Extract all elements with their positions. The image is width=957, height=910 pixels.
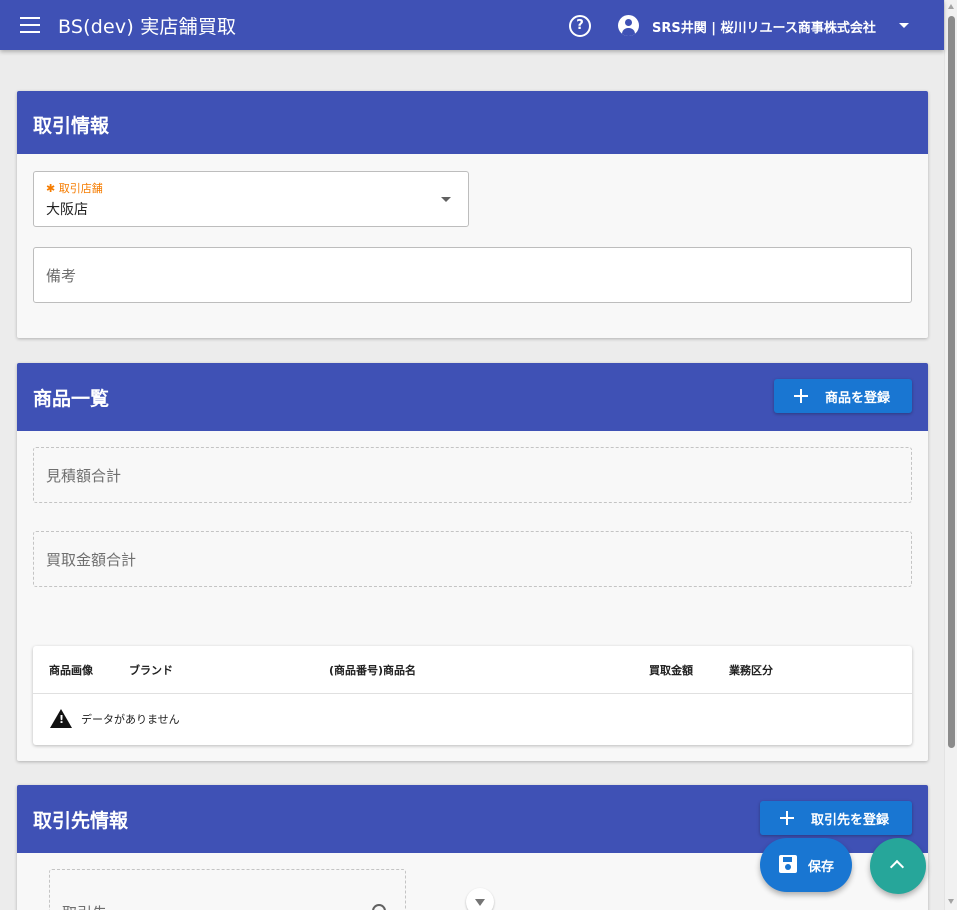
scroll-up-arrow-icon[interactable] [948,4,954,9]
partner-search-field[interactable]: 取引先 [49,869,406,910]
note-field[interactable]: 備考 [33,247,912,303]
search-icon[interactable] [372,904,386,910]
user-menu-label[interactable]: SRS井関 | 桜川リユース商事株式会社 [652,17,876,36]
partner-search-placeholder: 取引先 [62,902,107,910]
chevron-up-icon [889,859,905,875]
scroll-thumb[interactable] [948,16,955,748]
transaction-info-card: 取引情報 ✱ 取引店舗 大阪店 備考 [17,91,928,338]
store-select-label: ✱ 取引店舗 [46,180,103,196]
store-select[interactable]: ✱ 取引店舗 大阪店 [33,171,469,227]
product-list-card: 商品一覧 商品を登録 見積額合計 買取金額合計 商品画像 ブランド (商品番号)… [17,363,928,761]
app-bar: BS(dev) 実店舗買取 ? SRS井関 | 桜川リユース商事株式会社 [0,0,944,50]
save-button[interactable]: 保存 [760,838,852,892]
store-select-value: 大阪店 [46,202,88,218]
save-icon [779,855,797,873]
plus-icon [794,389,808,403]
note-field-placeholder: 備考 [46,267,77,285]
column-header-product-name[interactable]: (商品番号)商品名 [329,662,416,678]
column-header-purchase-amount[interactable]: 買取金額 [649,662,693,678]
expand-chevron-icon[interactable] [466,888,494,910]
chevron-down-icon[interactable] [441,197,451,202]
product-list-header: 商品一覧 商品を登録 [17,363,928,431]
help-icon[interactable]: ? [569,15,591,37]
account-icon[interactable] [618,15,639,36]
column-header-image[interactable]: 商品画像 [49,662,93,678]
register-product-button-label: 商品を登録 [825,390,891,406]
partner-info-title: 取引先情報 [33,810,129,832]
product-table: 商品画像 ブランド (商品番号)商品名 買取金額 業務区分 ! データがありませ… [33,646,912,745]
column-header-business-type[interactable]: 業務区分 [729,662,773,678]
save-button-label: 保存 [808,860,835,875]
transaction-info-header: 取引情報 [17,91,928,154]
estimate-total-field: 見積額合計 [33,447,912,503]
purchase-total-label: 買取金額合計 [46,551,137,569]
transaction-info-title: 取引情報 [33,115,110,137]
purchase-total-field: 買取金額合計 [33,531,912,587]
estimate-total-label: 見積額合計 [46,467,122,485]
product-list-title: 商品一覧 [33,388,110,410]
store-select-label-text: 取引店舗 [58,182,103,195]
chevron-down-icon[interactable] [899,23,909,28]
required-mark: ✱ [46,182,56,195]
main-content: 取引情報 ✱ 取引店舗 大阪店 備考 商品一覧 商品を登録 見積額合計 買取金額… [0,50,944,910]
scrollbar[interactable] [944,0,957,910]
menu-icon[interactable] [20,17,40,33]
empty-message: データがありません [81,713,180,726]
scroll-down-arrow-icon[interactable] [948,899,954,904]
table-divider [33,693,912,694]
app-title: BS(dev) 実店舗買取 [58,16,237,38]
register-product-button[interactable]: 商品を登録 [774,379,912,413]
column-header-brand[interactable]: ブランド [129,662,173,678]
warning-icon-mark: ! [59,713,65,726]
scroll-to-top-button[interactable] [870,838,926,894]
register-partner-button[interactable]: 取引先を登録 [760,801,912,835]
register-partner-button-label: 取引先を登録 [811,812,890,828]
plus-icon [780,811,794,825]
